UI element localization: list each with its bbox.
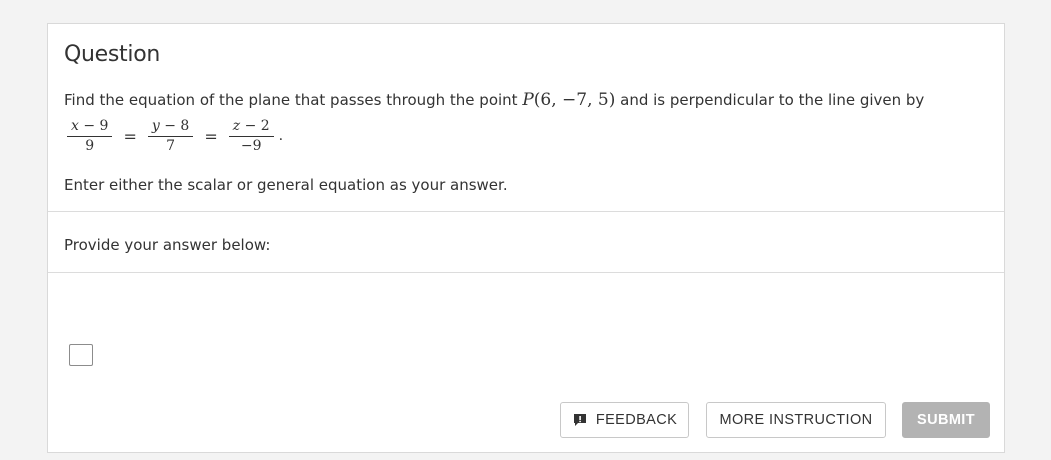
- question-text-before: Find the equation of the plane that pass…: [64, 91, 523, 109]
- fraction-x: x − 9 9: [67, 117, 113, 156]
- line-equation: x − 9 9 = y − 8 7 = z − 2 −9 .: [64, 112, 283, 160]
- submit-button[interactable]: SUBMIT: [902, 402, 990, 438]
- point-coords: (6, −7, 5): [533, 90, 616, 110]
- question-text-after: and is perpendicular to the line given b…: [615, 91, 925, 109]
- fraction-x-num-rest: − 9: [78, 117, 109, 134]
- feedback-button-label: FEEDBACK: [595, 412, 678, 428]
- fraction-x-numerator: x − 9: [67, 117, 113, 137]
- fraction-z-denominator: −9: [240, 137, 262, 154]
- equals-sign-2: =: [204, 126, 218, 146]
- point-math: P(6, −7, 5): [522, 90, 615, 110]
- equation-period: .: [278, 128, 284, 144]
- fraction-y-num-rest: − 8: [159, 117, 190, 134]
- fraction-x-denominator: 9: [85, 137, 95, 154]
- question-instruction: Enter either the scalar or general equat…: [64, 176, 508, 194]
- fraction-y: y − 8 7: [147, 117, 194, 156]
- question-title: Question: [64, 42, 160, 67]
- question-text: Find the equation of the plane that pass…: [64, 90, 924, 110]
- fraction-z-numerator: z − 2: [228, 117, 274, 137]
- question-card: Question Find the equation of the plane …: [47, 23, 1005, 453]
- more-instruction-button-label: MORE INSTRUCTION: [719, 412, 873, 428]
- feedback-button[interactable]: FEEDBACK: [560, 402, 689, 438]
- equals-sign-1: =: [123, 126, 137, 146]
- more-instruction-button[interactable]: MORE INSTRUCTION: [706, 402, 886, 438]
- var-y: y: [151, 117, 160, 134]
- question-section: Question Find the equation of the plane …: [48, 24, 1004, 212]
- answer-checkbox[interactable]: [69, 344, 93, 366]
- var-x: x: [71, 117, 79, 134]
- point-label: P: [522, 90, 534, 110]
- answer-label: Provide your answer below:: [64, 236, 271, 254]
- fraction-y-denominator: 7: [166, 137, 176, 154]
- feedback-comment-icon: [573, 414, 586, 426]
- fraction-z-num-rest: − 2: [240, 117, 270, 134]
- fraction-z: z − 2 −9: [228, 117, 274, 156]
- submit-button-label: SUBMIT: [917, 412, 975, 428]
- fraction-y-numerator: y − 8: [147, 117, 194, 137]
